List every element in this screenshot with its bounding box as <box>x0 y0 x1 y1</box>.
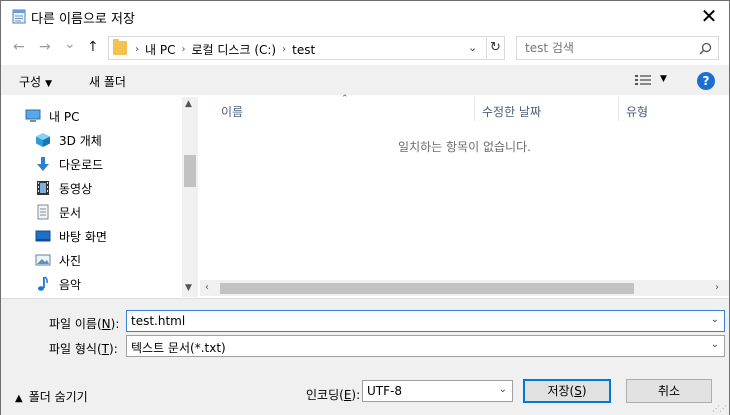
empty-list-message: 일치하는 항목이 없습니다. <box>398 140 531 154</box>
scrollbar-thumb[interactable] <box>220 283 634 294</box>
caret-down-icon[interactable]: ▼ <box>660 74 667 84</box>
save-form: 파일 이름(N): ⌄ 파일 형식(T): 텍스트 문서(*.txt) ⌄ ▲폴… <box>1 298 729 415</box>
file-list: ⌃ 이름 수정한 날짜 유형 일치하는 항목이 없습니다. ‹ › <box>200 94 729 297</box>
cube-icon <box>36 133 50 147</box>
navigation-pane: 내 PC 3D 개체 다운로드 동영상 문서 바탕 화면 사진 음악 <box>1 97 198 297</box>
sort-ascending-icon: ⌃ <box>341 94 349 104</box>
sidebar-item-pictures[interactable]: 사진 <box>35 249 81 271</box>
search-icon[interactable] <box>699 42 712 55</box>
breadcrumb-item-test[interactable]: test <box>292 43 315 57</box>
save-button[interactable]: 저장(S) <box>523 379 611 403</box>
chevron-down-icon[interactable]: ⌄ <box>468 41 477 54</box>
recent-locations-icon[interactable]: ⌄ <box>64 36 76 52</box>
desktop-icon <box>35 230 51 242</box>
nav-pane-scrollbar[interactable]: ▲ ▼ <box>182 97 198 297</box>
filetype-label: 파일 형식(T): <box>49 342 118 356</box>
address-bar[interactable]: › 내 PC › 로컬 디스크 (C:) › test ⌄ ↻ <box>108 36 505 60</box>
navigation-bar: ← → ⌄ ↑ › 내 PC › 로컬 디스크 (C:) › test ⌄ ↻ <box>1 33 729 63</box>
film-icon <box>37 181 49 195</box>
title-bar: 다른 이름으로 저장 ✕ <box>1 1 729 31</box>
notepad-icon <box>12 9 26 24</box>
view-options-icon[interactable] <box>635 75 651 85</box>
breadcrumb-item-this-pc[interactable]: 내 PC <box>145 41 175 58</box>
file-list-scrollbar[interactable]: ‹ › <box>200 280 729 296</box>
sidebar-item-desktop[interactable]: 바탕 화면 <box>35 225 107 247</box>
column-header-type[interactable]: 유형 <box>626 103 648 120</box>
filename-input[interactable] <box>131 313 691 329</box>
sidebar-item-this-pc[interactable]: 내 PC <box>25 105 79 127</box>
scrollbar-thumb[interactable] <box>184 155 196 187</box>
column-header-name[interactable]: 이름 <box>221 103 243 120</box>
refresh-icon[interactable]: ↻ <box>486 38 504 58</box>
close-button[interactable]: ✕ <box>689 1 729 31</box>
sidebar-item-label: 문서 <box>59 205 82 220</box>
scroll-down-icon[interactable]: ▼ <box>185 283 192 293</box>
sidebar-item-videos[interactable]: 동영상 <box>35 177 92 199</box>
chevron-right-icon: › <box>135 44 139 55</box>
folder-icon <box>113 39 127 55</box>
column-divider[interactable] <box>474 97 475 121</box>
cancel-button[interactable]: 취소 <box>626 379 712 403</box>
download-icon <box>37 157 49 171</box>
encoding-label: 인코딩(E): <box>306 388 361 402</box>
breadcrumb-item-local-disk[interactable]: 로컬 디스크 (C:) <box>191 41 276 58</box>
organize-menu[interactable]: 구성 ▼ <box>19 73 52 90</box>
sidebar-item-label: 내 PC <box>49 109 80 124</box>
scroll-up-icon[interactable]: ▲ <box>185 99 192 109</box>
caret-down-icon: ▼ <box>45 79 53 89</box>
sidebar-item-label: 다운로드 <box>59 157 104 172</box>
encoding-select[interactable]: UTF-8 ⌄ <box>362 380 513 402</box>
organize-label: 구성 <box>19 75 42 89</box>
back-arrow-icon[interactable]: ← <box>13 39 25 55</box>
search-input[interactable] <box>525 40 695 56</box>
column-divider[interactable] <box>618 97 619 121</box>
document-icon <box>37 204 49 220</box>
sidebar-item-3d-objects[interactable]: 3D 개체 <box>35 129 102 151</box>
chevron-right-icon[interactable]: › <box>282 44 286 55</box>
chevron-down-icon[interactable]: ⌄ <box>711 339 719 350</box>
help-icon[interactable]: ? <box>697 72 715 90</box>
filetype-select[interactable]: 텍스트 문서(*.txt) ⌄ <box>126 335 725 357</box>
filename-label: 파일 이름(N): <box>49 317 120 331</box>
filename-combobox: ⌄ <box>126 310 725 332</box>
window-title: 다른 이름으로 저장 <box>31 12 135 27</box>
sidebar-item-documents[interactable]: 문서 <box>35 201 81 223</box>
sidebar-item-label: 바탕 화면 <box>59 229 107 244</box>
encoding-value: UTF-8 <box>367 384 402 398</box>
hide-folders-toggle[interactable]: ▲ 폴더 숨기기 <box>15 388 88 405</box>
sidebar-item-label: 음악 <box>59 277 82 292</box>
up-arrow-icon[interactable]: ↑ <box>87 39 99 55</box>
sidebar-item-label: 3D 개체 <box>59 133 102 148</box>
music-icon <box>38 276 48 291</box>
filetype-value: 텍스트 문서(*.txt) <box>131 341 226 355</box>
forward-arrow-icon[interactable]: → <box>39 39 51 55</box>
chevron-down-icon[interactable]: ⌄ <box>711 314 719 325</box>
search-box <box>516 36 719 60</box>
column-header-date-modified[interactable]: 수정한 날짜 <box>482 103 541 120</box>
sidebar-item-music[interactable]: 음악 <box>35 273 81 295</box>
scroll-left-icon[interactable]: ‹ <box>205 282 209 293</box>
scroll-right-icon[interactable]: › <box>715 282 719 293</box>
command-bar: 구성 ▼ 새 폴더 ▼ ? <box>1 65 729 95</box>
chevron-right-icon[interactable]: › <box>181 44 185 55</box>
new-folder-button[interactable]: 새 폴더 <box>89 73 126 90</box>
sidebar-item-label: 사진 <box>59 253 82 268</box>
breadcrumb: › 내 PC › 로컬 디스크 (C:) › test <box>135 41 315 58</box>
computer-icon <box>25 109 41 122</box>
chevron-down-icon[interactable]: ⌄ <box>499 384 507 395</box>
save-as-dialog: 다른 이름으로 저장 ✕ ← → ⌄ ↑ › 내 PC › 로컬 디스크 (C:… <box>0 0 730 415</box>
sidebar-item-label: 동영상 <box>59 181 93 196</box>
picture-icon <box>35 254 51 266</box>
resize-grip-icon[interactable]: ⋰⋰ <box>712 404 727 413</box>
sidebar-item-downloads[interactable]: 다운로드 <box>35 153 103 175</box>
chevron-up-icon: ▲ <box>15 393 23 404</box>
